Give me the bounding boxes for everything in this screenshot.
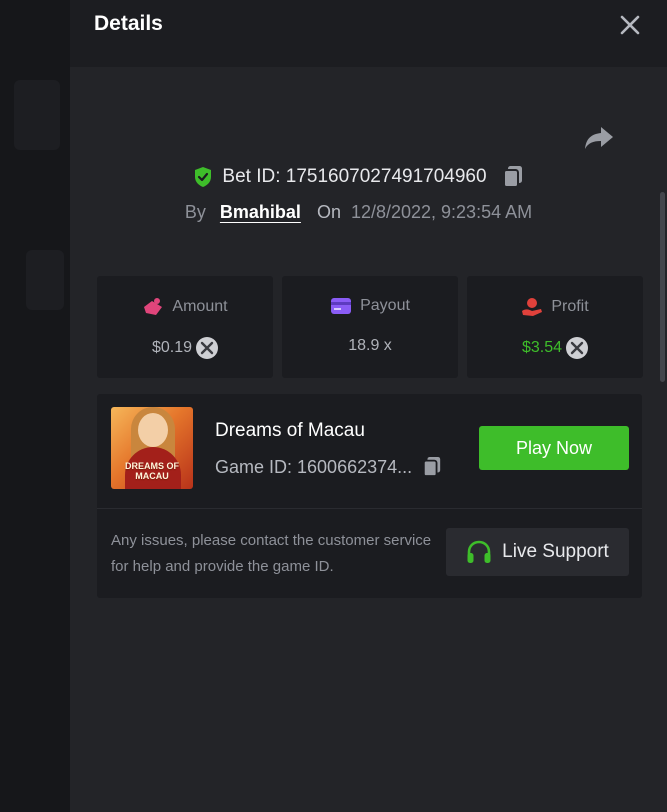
game-logo-text: DREAMS OF MACAU (125, 461, 179, 481)
support-notice: Any issues, please contact the customer … (111, 532, 432, 575)
game-id-row: Game ID: 1600662374... (215, 456, 442, 478)
game-id-text: Game ID: 1600662374... (215, 456, 413, 477)
stat-label: Payout (360, 297, 410, 314)
profit-icon (522, 298, 543, 316)
backdrop-ghost (26, 250, 64, 310)
stat-amount: Amount $0.19 (97, 276, 273, 378)
currency-icon (566, 337, 589, 359)
stat-payout: Payout 18.9 x (282, 276, 458, 378)
stat-value: 18.9 x (348, 337, 392, 354)
live-support-label: Live Support (502, 541, 609, 562)
modal-title: Details (94, 12, 163, 35)
bet-datetime: 12/8/2022, 9:23:54 AM (350, 202, 533, 222)
close-icon[interactable] (619, 14, 641, 36)
amount-icon (144, 298, 163, 315)
headset-icon (467, 540, 491, 563)
stat-label: Amount (172, 298, 228, 315)
bet-author-row: By Bmahibal On 12/8/2022, 9:23:54 AM (70, 202, 667, 223)
user-link[interactable]: Bmahibal (220, 202, 301, 223)
stat-value: $0.19 (151, 339, 193, 356)
divider (97, 508, 642, 509)
play-now-button[interactable]: Play Now (479, 426, 629, 470)
stat-value: $3.54 (521, 339, 563, 356)
currency-icon (196, 337, 219, 359)
game-card: DREAMS OF MACAU Dreams of Macau Game ID:… (97, 394, 642, 598)
game-name: Dreams of Macau (215, 420, 365, 441)
by-label: By (184, 202, 206, 222)
payout-icon (331, 298, 352, 314)
page-backdrop (0, 0, 70, 812)
game-thumbnail[interactable]: DREAMS OF MACAU (111, 407, 193, 489)
copy-icon[interactable] (422, 456, 442, 478)
share-icon[interactable] (583, 124, 615, 152)
bet-id-text: Bet ID: 1751607027491704960 (222, 166, 487, 187)
backdrop-ghost (14, 80, 60, 150)
modal-header: Details (70, 0, 667, 67)
on-label: On (316, 202, 341, 222)
copy-icon[interactable] (502, 165, 524, 189)
bet-id-row: Bet ID: 1751607027491704960 (70, 165, 667, 194)
thumbnail-face (138, 413, 168, 447)
stat-profit: Profit $3.54 (467, 276, 643, 378)
stat-label: Profit (551, 298, 589, 315)
verified-shield-icon (195, 167, 212, 187)
live-support-button[interactable]: Live Support (446, 528, 629, 576)
